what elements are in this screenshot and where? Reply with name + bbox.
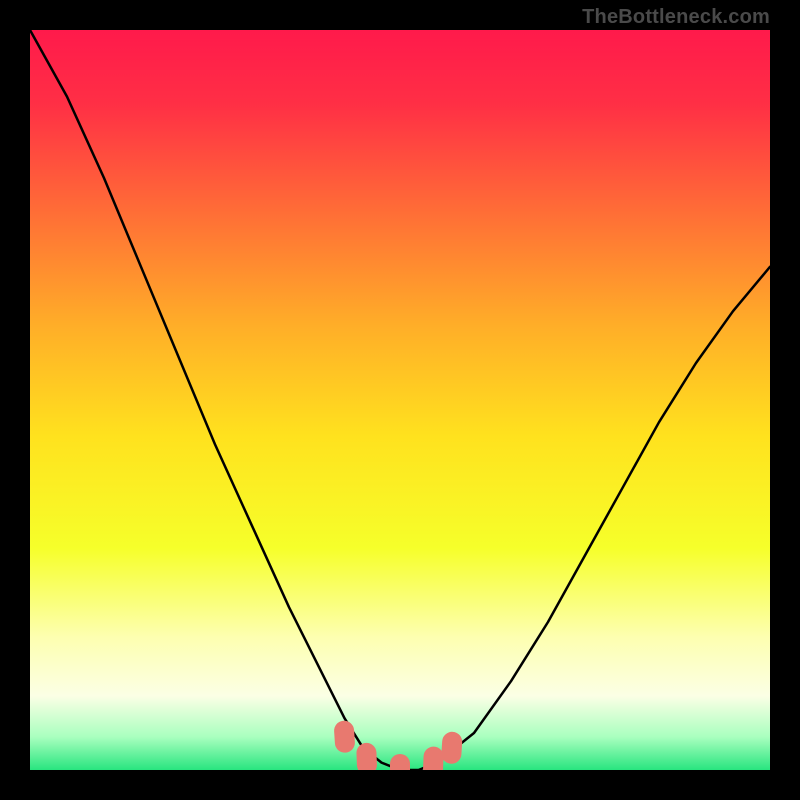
plot-area (30, 30, 770, 770)
chart-frame: TheBottleneck.com (0, 0, 800, 800)
curve-layer (30, 30, 770, 770)
curve-marker (423, 746, 444, 770)
curve-marker (441, 731, 463, 764)
curve-marker (390, 754, 410, 770)
curve-marker (356, 743, 377, 770)
curve-markers (333, 720, 462, 770)
watermark-text: TheBottleneck.com (582, 6, 770, 29)
curve-marker (333, 720, 355, 753)
bottleneck-curve (30, 30, 770, 770)
